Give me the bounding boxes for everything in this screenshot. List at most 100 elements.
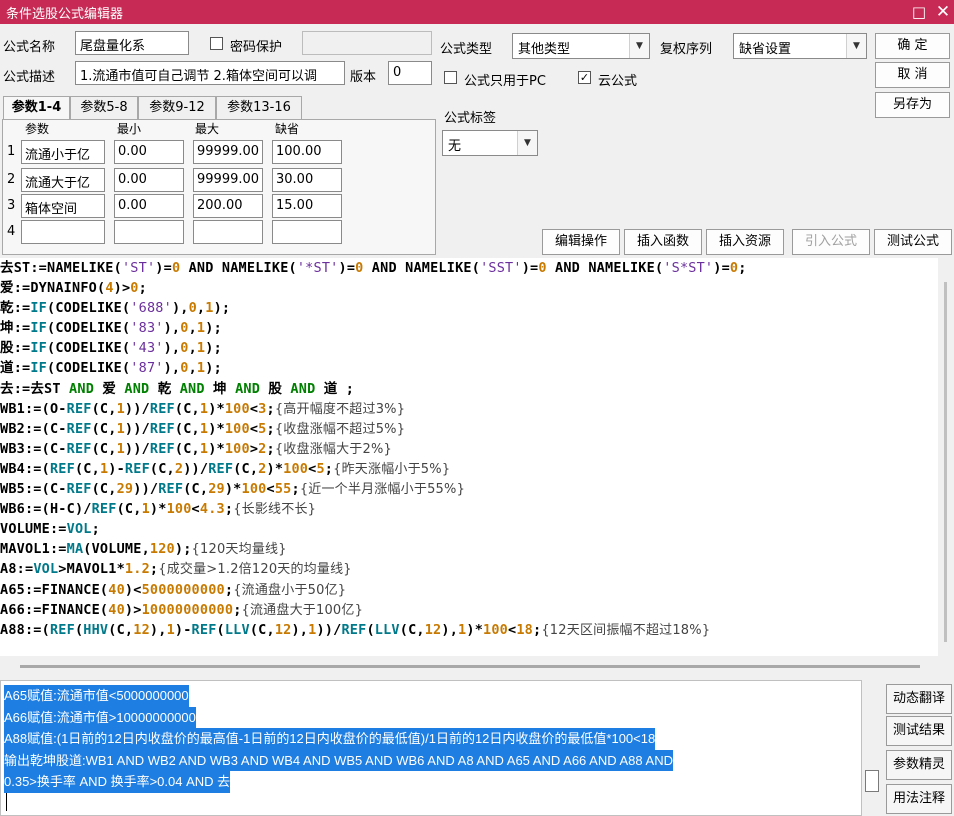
code-token: ); <box>174 541 192 558</box>
code-token: 12 <box>274 621 292 638</box>
chevron-down-icon[interactable]: ▼ <box>629 34 649 58</box>
password-input[interactable] <box>302 31 432 55</box>
import-formula-button[interactable]: 引入公式 <box>792 229 870 255</box>
cloud-checkbox[interactable]: ✓ <box>578 71 591 84</box>
insert-function-button[interactable]: 插入函数 <box>624 229 702 255</box>
code-token: REF <box>149 420 175 437</box>
formula-name-input[interactable]: 尾盘量化系 <box>75 31 189 55</box>
code-vertical-scrollbar[interactable] <box>938 258 954 656</box>
code-token: )* <box>208 440 225 457</box>
param-max-input[interactable]: 99999.00 <box>193 168 263 192</box>
code-token: {120天均量线} <box>191 542 287 558</box>
param-default-input[interactable]: 30.00 <box>272 168 342 192</box>
pc-only-checkbox[interactable] <box>444 71 457 84</box>
password-checkbox[interactable] <box>210 37 223 50</box>
code-line: WB1:=(O-REF(C,1))/REF(C,1)*100<3;{高开幅度不超… <box>0 399 938 419</box>
code-token: 0 <box>538 260 547 276</box>
tab-params-5-8[interactable]: 参数5-8 <box>70 96 138 120</box>
param-min-input[interactable]: 0.00 <box>114 194 184 218</box>
code-editor[interactable]: 去ST:=NAMELIKE('ST')=0 AND NAMELIKE('*ST'… <box>0 258 938 656</box>
tab-params-13-16[interactable]: 参数13-16 <box>216 96 302 120</box>
code-line: WB3:=(C-REF(C,1))/REF(C,1)*100>2;{收盘涨幅大于… <box>0 439 938 459</box>
code-token: 40 <box>108 581 125 598</box>
insert-resource-button[interactable]: 插入资源 <box>706 229 784 255</box>
param-default-input[interactable]: 100.00 <box>272 140 342 164</box>
code-token: (C, <box>174 440 200 457</box>
test-result-button[interactable]: 测试结果 <box>886 716 952 746</box>
code-line: 爱:=DYNAINFO(4)>0; <box>0 278 938 298</box>
output-scrollbar[interactable] <box>862 680 884 816</box>
code-token: {流通盘小于50亿} <box>233 582 347 598</box>
code-token: VOLUME:= <box>0 521 67 538</box>
code-token: )> <box>113 280 131 297</box>
param-row-number: 2 <box>7 172 16 187</box>
code-token: (C, <box>233 460 259 477</box>
code-horizontal-scrollbar[interactable] <box>0 656 938 678</box>
output-panel[interactable]: A65赋值:流通市值<5000000000 A66赋值:流通市值>1000000… <box>0 680 862 816</box>
param-name-input[interactable] <box>21 220 105 244</box>
code-token: 100 <box>483 621 509 638</box>
code-token: 18 <box>516 621 533 638</box>
code-token: > <box>249 440 259 457</box>
code-token: ), <box>163 320 181 337</box>
code-token: ))/ <box>124 400 150 417</box>
code-token: A88:=( <box>0 621 50 638</box>
chevron-down-icon[interactable]: ▼ <box>517 131 537 155</box>
scroll-thumb[interactable] <box>944 282 947 642</box>
param-max-input[interactable]: 200.00 <box>193 194 263 218</box>
param-name-input[interactable]: 箱体空间 <box>21 194 105 218</box>
param-max-input[interactable]: 99999.00 <box>193 140 263 164</box>
formula-name-label: 公式名称 <box>3 40 56 55</box>
code-token: >MAVOL1* <box>58 561 125 578</box>
code-token: REF <box>149 400 175 417</box>
formula-desc-input[interactable]: 1.流通市值可自己调节 2.箱体空间可以调 <box>75 61 345 85</box>
code-token: IF <box>30 320 48 337</box>
code-token: 1 <box>196 340 206 357</box>
param-wizard-button[interactable]: 参数精灵 <box>886 750 952 780</box>
param-min-input[interactable]: 0.00 <box>114 140 184 164</box>
code-token: 120 <box>149 541 175 558</box>
chevron-down-icon[interactable]: ▼ <box>846 34 866 58</box>
code-token: < <box>191 501 200 518</box>
usage-notes-button[interactable]: 用法注释 <box>886 784 952 814</box>
scroll-thumb[interactable] <box>20 665 920 668</box>
code-token: (C, <box>91 400 117 417</box>
save-as-button[interactable]: 另存为 <box>875 92 950 118</box>
param-min-input[interactable]: 0.00 <box>114 168 184 192</box>
code-token: (C, <box>91 420 117 437</box>
code-token: ); <box>205 320 222 337</box>
window-title: 条件选股公式编辑器 <box>6 7 124 22</box>
param-min-input[interactable] <box>114 220 184 244</box>
fuquan-select[interactable]: 缺省设置 ▼ <box>733 33 867 59</box>
maximize-icon[interactable]: □ <box>908 1 930 23</box>
tab-params-9-12[interactable]: 参数9-12 <box>138 96 216 120</box>
param-max-input[interactable] <box>193 220 263 244</box>
code-token: 去:=去ST <box>0 380 70 397</box>
param-tabs: 参数1-4 参数5-8 参数9-12 参数13-16 <box>0 96 440 121</box>
code-token: 去ST:=NAMELIKE( <box>0 260 122 276</box>
ok-button[interactable]: 确 定 <box>875 33 950 59</box>
code-token: {流通盘大于100亿} <box>241 602 364 618</box>
code-token: 乾:= <box>0 300 31 317</box>
formula-tag-select[interactable]: 无 ▼ <box>442 130 538 156</box>
tab-params-1-4[interactable]: 参数1-4 <box>3 96 70 121</box>
code-token: VOL <box>33 561 59 578</box>
code-token: AND <box>235 380 261 397</box>
code-token: 100 <box>166 501 192 518</box>
code-line: 去:=去ST AND 爱 AND 乾 AND 坤 AND 股 AND 道 ; <box>0 379 938 399</box>
code-token: 29 <box>116 481 134 498</box>
cancel-button[interactable]: 取 消 <box>875 62 950 88</box>
scroll-thumb[interactable] <box>865 770 879 792</box>
param-default-input[interactable]: 15.00 <box>272 194 342 218</box>
edit-operation-button[interactable]: 编辑操作 <box>542 229 620 255</box>
param-default-input[interactable] <box>272 220 342 244</box>
test-formula-button[interactable]: 测试公式 <box>874 229 952 255</box>
formula-type-select[interactable]: 其他类型 ▼ <box>512 33 650 59</box>
close-icon[interactable]: ✕ <box>932 1 954 23</box>
dynamic-translate-button[interactable]: 动态翻译 <box>886 684 952 714</box>
code-token: < <box>266 481 275 498</box>
param-name-input[interactable]: 流通小于亿 <box>21 140 105 164</box>
code-token: REF <box>124 460 150 477</box>
param-name-input[interactable]: 流通大于亿 <box>21 168 105 192</box>
version-input[interactable]: 0 <box>388 61 432 85</box>
